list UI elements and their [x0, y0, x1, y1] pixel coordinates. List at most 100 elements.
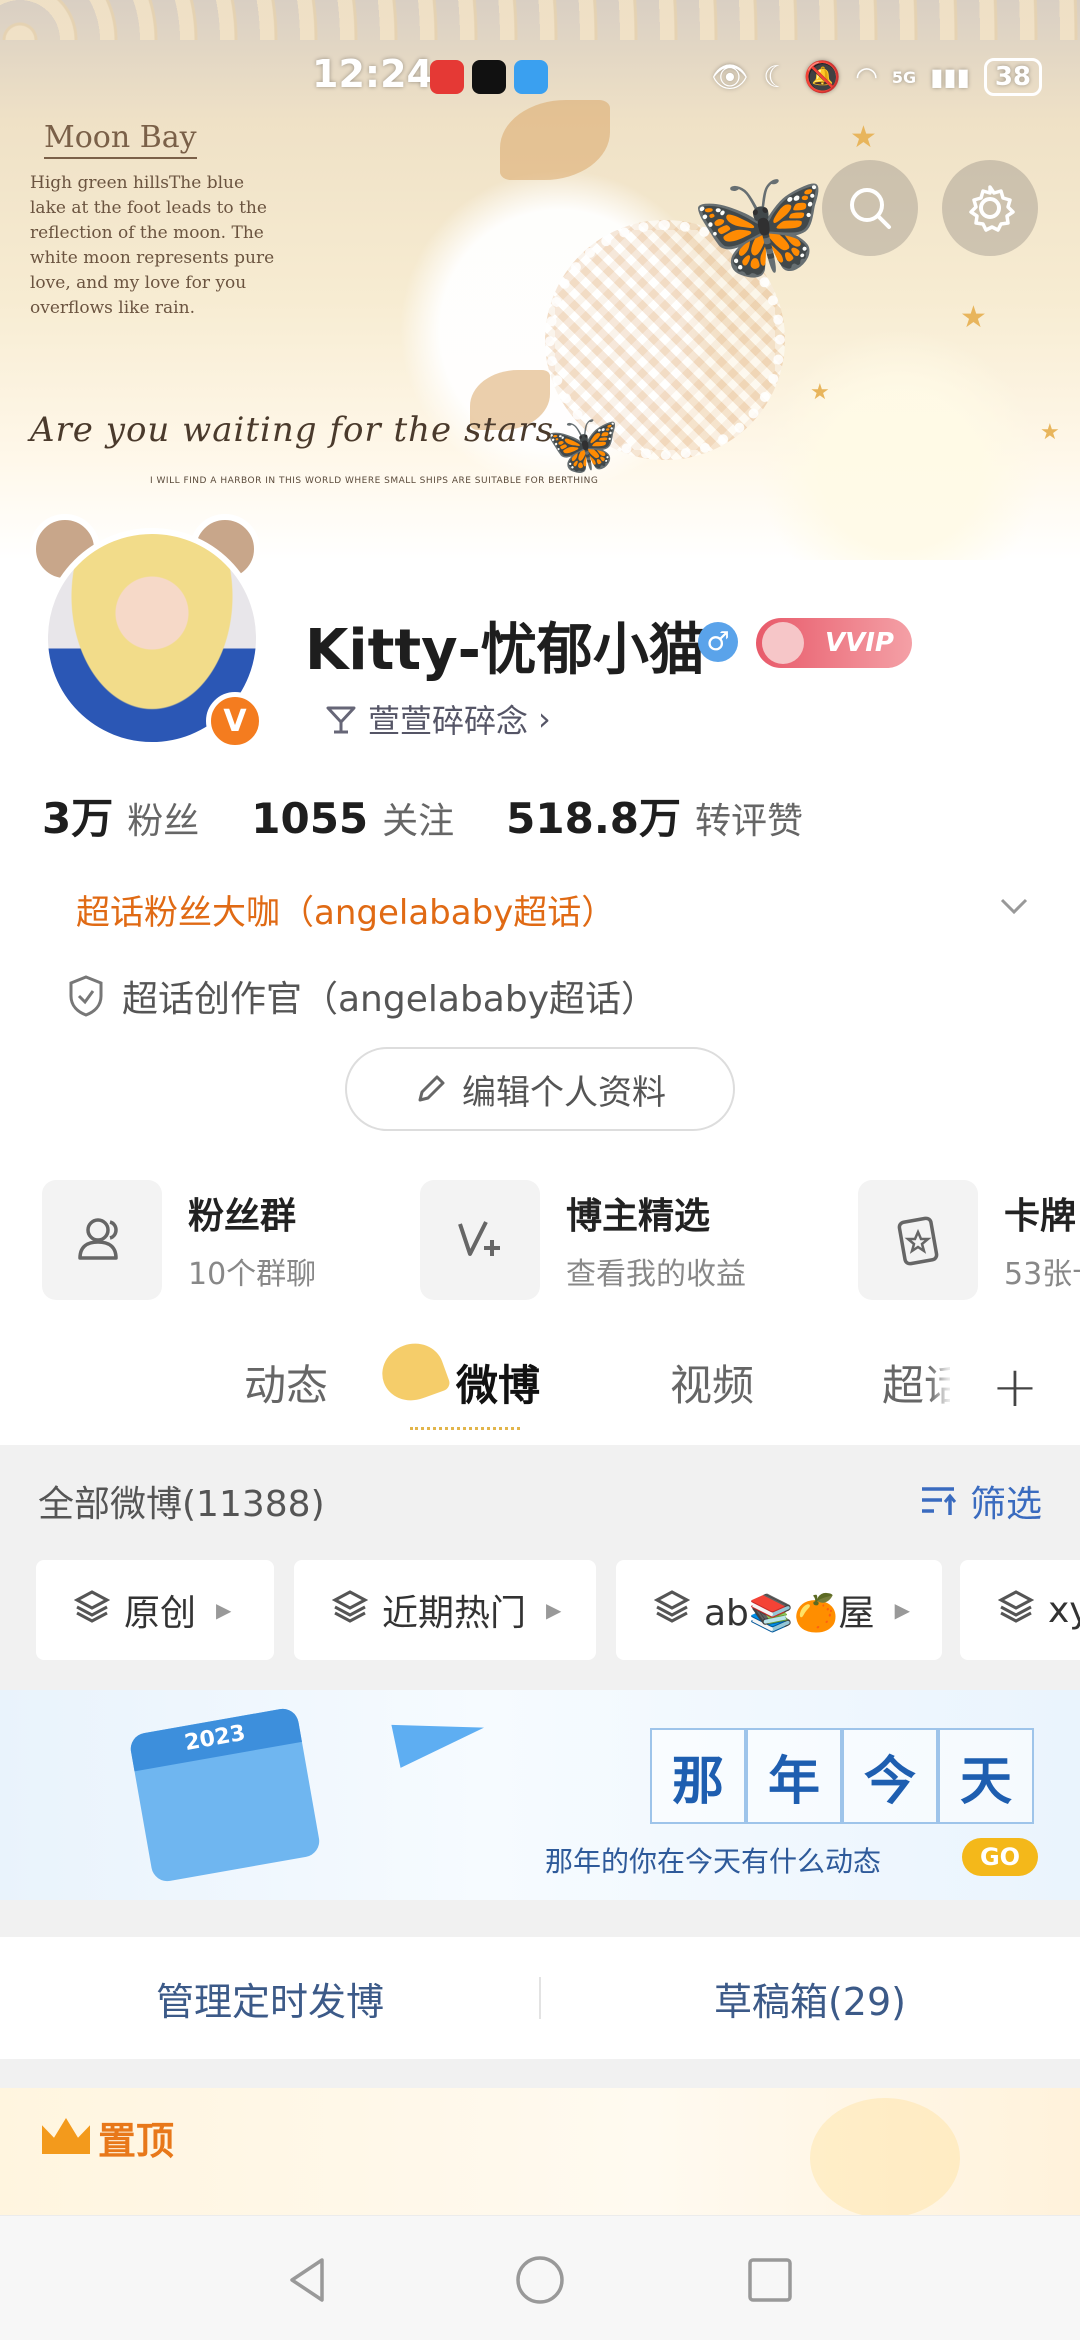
card-title: 卡牌 — [1004, 1196, 1077, 1237]
network-type: 5G — [891, 67, 917, 87]
supertopic-fan-title[interactable]: 超话粉丝大咖（angelababy超话） — [76, 885, 615, 934]
settings-button[interactable] — [942, 160, 1038, 256]
chip-original[interactable]: 原创 ▶ — [36, 1560, 274, 1660]
creator-label: 超话创作官（angelababy超话） — [122, 979, 658, 1020]
back-triangle-icon[interactable] — [282, 2254, 334, 2306]
stat-number: 1055 — [251, 794, 369, 843]
caret-right-icon: ▶ — [546, 1598, 562, 1622]
signal-icon: ▮▮▮ — [930, 63, 970, 91]
card-icon — [858, 1180, 978, 1300]
scheduled-posts-button[interactable]: 管理定时发博 — [0, 1937, 540, 2059]
title-char: 年 — [746, 1728, 842, 1824]
go-button[interactable]: GO — [962, 1838, 1038, 1876]
avatar-container[interactable]: V — [30, 514, 280, 750]
layers-icon — [997, 1588, 1035, 1633]
home-circle-icon[interactable] — [514, 2254, 566, 2306]
card-subtitle: 53张卡 — [1004, 1257, 1080, 1292]
title-char: 今 — [842, 1728, 938, 1824]
vip-cake-icon — [762, 622, 804, 664]
all-weibo-count: 全部微博(11388) — [38, 1484, 325, 1525]
stat-number: 3万 — [42, 794, 114, 843]
mute-icon: 🔕 — [803, 59, 842, 95]
caret-right-icon: ▶ — [216, 1598, 232, 1622]
profile-cover-banner[interactable]: 🦋 🦋 ★ ★ ★ ★ Moon Bay High green hillsThe… — [0, 0, 1080, 560]
tab-dynamic[interactable]: 动态 — [244, 1352, 328, 1413]
banner-poem: High green hillsThe blue lake at the foo… — [30, 173, 275, 318]
title-char: 天 — [938, 1728, 1034, 1824]
vvip-badge[interactable]: VVIP — [756, 618, 912, 668]
add-tab-button[interactable]: + — [950, 1330, 1080, 1445]
status-time: 12:24 — [312, 52, 433, 96]
stat-following[interactable]: 1055 关注 — [251, 792, 454, 844]
verified-badge: V — [206, 692, 264, 750]
eye-icon: 👁 — [710, 59, 749, 95]
edit-profile-button[interactable]: 编辑个人资料 — [345, 1047, 735, 1131]
stat-number: 518.8万 — [506, 794, 682, 843]
card-title: 博主精选 — [566, 1196, 711, 1237]
filter-label: 筛选 — [969, 1484, 1042, 1525]
status-indicators: 👁 ☾ 🔕 ◠ 5G ▮▮▮ 38 — [711, 58, 1042, 96]
stat-label: 转评赞 — [695, 801, 804, 842]
banner-poem-card: Moon Bay High green hillsThe blue lake a… — [30, 120, 274, 380]
chip-recent-hot[interactable]: 近期热门 ▶ — [294, 1560, 596, 1660]
stat-label: 关注 — [382, 801, 455, 842]
pinned-label: 置顶 — [98, 2119, 175, 2163]
card-blogger-select[interactable]: 博主精选 查看我的收益 — [420, 1180, 746, 1300]
group-icon — [42, 1180, 162, 1300]
stats-row: 3万 粉丝 1055 关注 518.8万 转评赞 — [42, 785, 855, 846]
status-app-icons — [430, 60, 548, 94]
gender-male-icon: ♂ — [698, 622, 738, 662]
pinned-section[interactable]: 置顶 — [0, 2088, 1080, 2218]
leaf-decoration — [500, 100, 610, 180]
chip-label: 近期热门 — [382, 1593, 527, 1634]
chevron-down-icon[interactable] — [996, 888, 1032, 924]
card-card-collection[interactable]: 卡牌 53张卡 — [858, 1180, 1080, 1300]
chip-label: xy — [1048, 1589, 1080, 1631]
card-title: 粉丝群 — [188, 1196, 297, 1237]
stat-interactions[interactable]: 518.8万 转评赞 — [506, 785, 803, 846]
manage-row: 管理定时发博 草稿箱(29) — [0, 1937, 1080, 2059]
v-plus-icon — [420, 1180, 540, 1300]
cocktail-icon — [326, 706, 356, 734]
signature-link[interactable]: 萱萱碎碎念 › — [308, 692, 573, 746]
status-bar: 12:24 👁 ☾ 🔕 ◠ 5G ▮▮▮ 38 — [0, 52, 1080, 108]
recents-square-icon[interactable] — [744, 2254, 796, 2306]
on-this-day-subtitle: 那年的你在今天有什么动态 — [545, 1845, 882, 1878]
vvip-label: VVIP — [825, 628, 894, 658]
tiktok-icon — [472, 60, 506, 94]
on-this-day-title: 那 年 今 天 — [650, 1728, 1034, 1824]
creator-title[interactable]: 超话创作官（angelababy超话） — [66, 970, 657, 1022]
category-chips: 原创 ▶ 近期热门 ▶ ab📚🍊屋 ▶ xy — [36, 1560, 1080, 1660]
chevron-right-icon: › — [538, 700, 551, 738]
crown-decoration — [810, 2098, 960, 2218]
chip-xy[interactable]: xy — [960, 1560, 1080, 1660]
profile-tabs: 动态 微博 视频 超话 — [0, 1330, 1080, 1445]
crown-icon — [42, 2118, 90, 2154]
layers-icon — [73, 1588, 111, 1633]
tab-video[interactable]: 视频 — [670, 1352, 754, 1413]
pencil-icon — [418, 1075, 445, 1102]
filter-icon — [921, 1487, 957, 1515]
card-subtitle: 查看我的收益 — [566, 1257, 746, 1292]
search-icon — [850, 188, 891, 229]
stat-followers[interactable]: 3万 粉丝 — [42, 785, 199, 846]
search-button[interactable] — [822, 160, 918, 256]
tab-weibo[interactable]: 微博 — [456, 1352, 540, 1413]
on-this-day-banner[interactable]: 2023 那 年 今 天 那年的你在今天有什么动态 GO — [0, 1690, 1080, 1900]
card-fan-group[interactable]: 粉丝群 10个群聊 — [42, 1180, 316, 1300]
chip-custom-group[interactable]: ab📚🍊屋 ▶ — [616, 1560, 942, 1660]
battery-indicator: 38 — [983, 58, 1042, 96]
butterfly-icon: 🦋 — [545, 410, 620, 480]
gear-icon — [969, 185, 1015, 232]
layers-icon — [653, 1588, 691, 1633]
card-subtitle: 10个群聊 — [188, 1257, 317, 1292]
title-char: 那 — [650, 1728, 746, 1824]
butterfly-icon: 🦋 — [690, 161, 827, 289]
banner-small-text: I WILL FIND A HARBOR IN THIS WORLD WHERE… — [150, 476, 599, 486]
chip-label: 原创 — [124, 1593, 197, 1634]
edit-profile-label: 编辑个人资料 — [462, 1072, 666, 1113]
banner-title: Moon Bay — [44, 120, 197, 159]
filter-button[interactable]: 筛选 — [920, 1475, 1042, 1527]
star-icon: ★ — [1040, 420, 1060, 445]
drafts-button[interactable]: 草稿箱(29) — [540, 1937, 1080, 2059]
